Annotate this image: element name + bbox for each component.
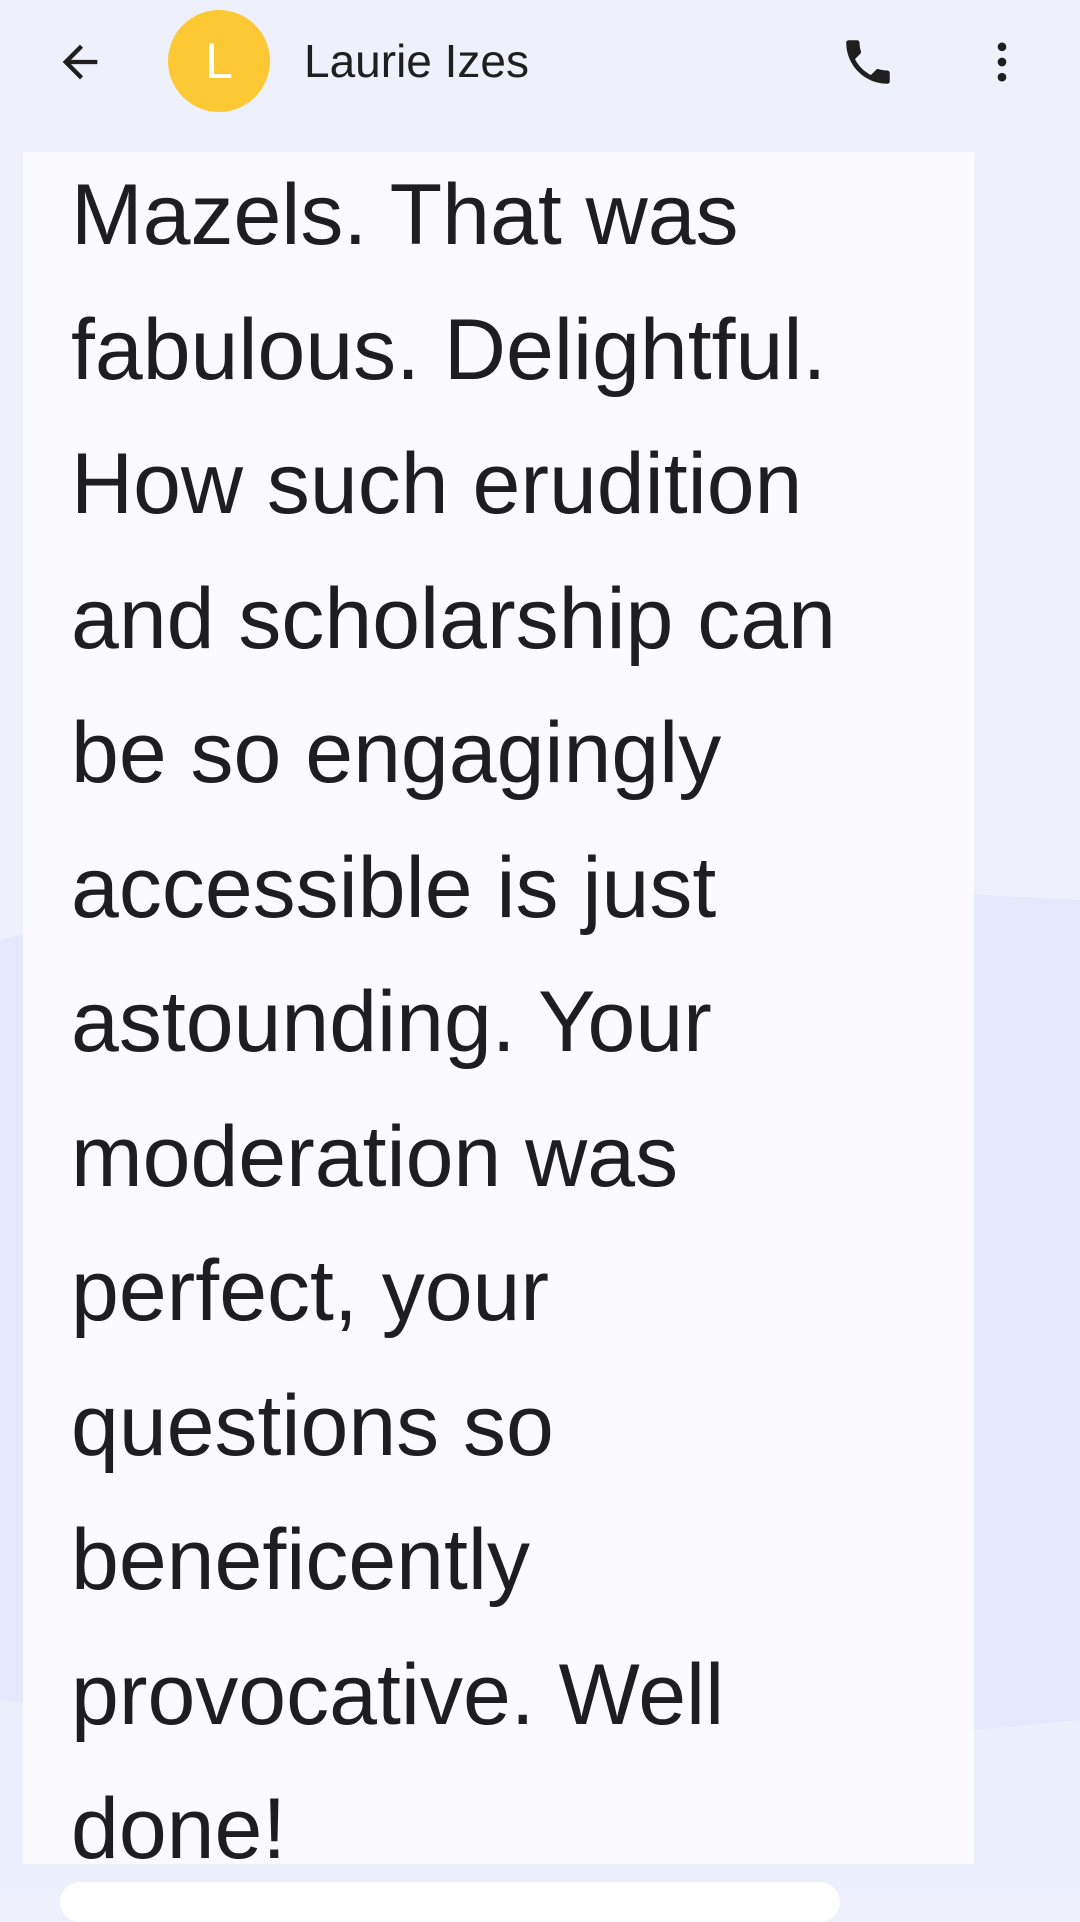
contact-name[interactable]: Laurie Izes (304, 30, 529, 92)
back-button[interactable] (40, 22, 120, 102)
message-bubble[interactable]: Mazels. That was fabulous. Delightful. H… (23, 152, 974, 1864)
conversation-header: L Laurie Izes (0, 0, 1080, 126)
more-vert-icon (997, 42, 1007, 82)
compose-bar-edge[interactable] (60, 1882, 840, 1922)
avatar-initial: L (205, 33, 233, 89)
phone-icon (846, 40, 890, 84)
more-options-button[interactable] (962, 22, 1042, 102)
contact-avatar[interactable]: L (168, 10, 270, 112)
arrow-back-icon (62, 44, 98, 80)
message-text: Mazels. That was fabulous. Delightful. H… (71, 167, 836, 1864)
call-button[interactable] (828, 22, 908, 102)
